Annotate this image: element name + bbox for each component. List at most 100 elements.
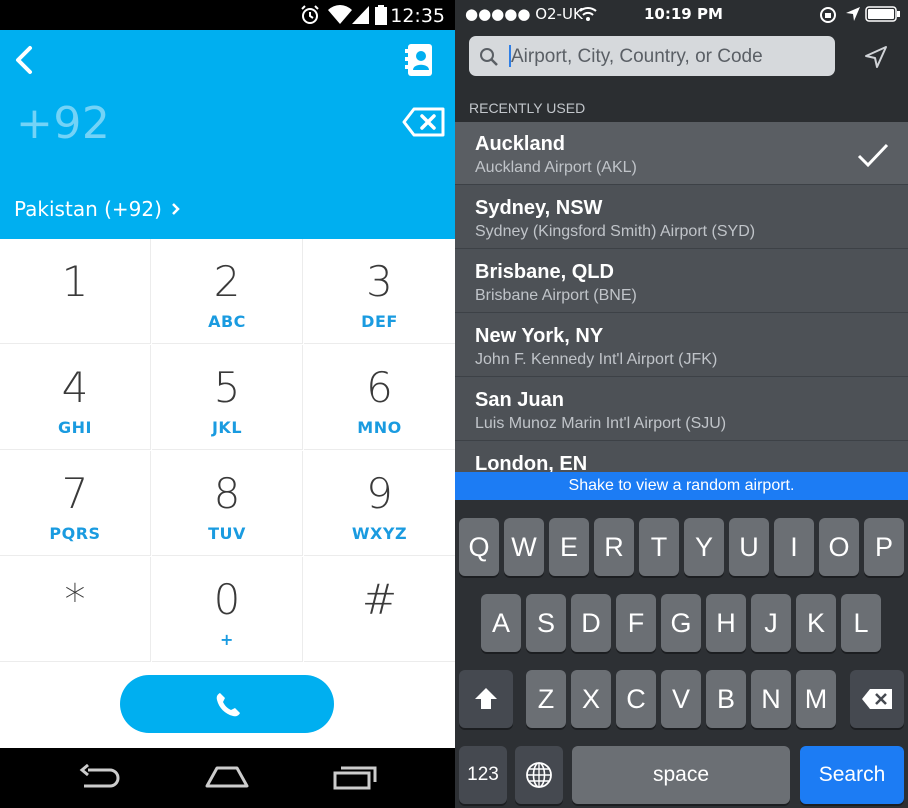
android-dialer-screen: 12:35 +92 Pakistan (+92) 1 2 ABC 3 DEF 4 GH… xyxy=(0,0,455,808)
key-i[interactable]: I xyxy=(774,518,814,576)
battery-icon xyxy=(865,6,900,22)
dial-key-4[interactable]: 4 GHI xyxy=(0,345,151,450)
key-letters: DEF xyxy=(361,312,398,331)
airport-row[interactable]: Brisbane, QLD Brisbane Airport (BNE) xyxy=(455,250,908,313)
globe-key[interactable] xyxy=(515,746,563,804)
dial-key-5[interactable]: 5 JKL xyxy=(152,345,303,450)
dial-key-2[interactable]: 2 ABC xyxy=(152,239,303,344)
key-digit: 7 xyxy=(61,469,89,518)
delete-key[interactable] xyxy=(850,670,904,728)
key-e[interactable]: E xyxy=(549,518,589,576)
key-f[interactable]: F xyxy=(616,594,656,652)
airport-row[interactable]: New York, NY John F. Kennedy Int'l Airpo… xyxy=(455,314,908,377)
dial-pad: 1 2 ABC 3 DEF 4 GHI 5 JKL 6 MNO 7 PQRS 8 TUV 9 W… xyxy=(0,239,455,662)
wifi-icon xyxy=(328,5,352,25)
airport-city: Sydney, NSW xyxy=(475,197,603,219)
dial-key-3[interactable]: 3 DEF xyxy=(304,239,455,344)
shift-key[interactable] xyxy=(459,670,513,728)
dialed-number[interactable]: +92 xyxy=(16,98,110,149)
ios-status-bar: ●●●●● O2-UK 10:19 PM xyxy=(455,0,908,30)
airport-row[interactable]: Sydney, NSW Sydney (Kingsford Smith) Air… xyxy=(455,186,908,249)
key-g[interactable]: G xyxy=(661,594,701,652)
contacts-icon[interactable] xyxy=(404,43,434,77)
backspace-icon[interactable] xyxy=(402,106,446,138)
key-digit: 4 xyxy=(61,363,89,412)
key-j[interactable]: J xyxy=(751,594,791,652)
dial-key-8[interactable]: 8 TUV xyxy=(152,451,303,556)
numbers-key[interactable]: 123 xyxy=(459,746,507,804)
key-letters: MNO xyxy=(357,418,402,437)
phone-icon xyxy=(216,693,240,717)
key-u[interactable]: U xyxy=(729,518,769,576)
nav-recents-icon[interactable] xyxy=(332,764,378,790)
key-digit: 8 xyxy=(213,469,241,518)
key-s[interactable]: S xyxy=(526,594,566,652)
key-x[interactable]: X xyxy=(571,670,611,728)
space-key[interactable]: space xyxy=(572,746,790,804)
key-letters: PQRS xyxy=(49,524,101,543)
back-arrow-icon[interactable] xyxy=(10,44,36,76)
key-w[interactable]: W xyxy=(504,518,544,576)
airport-row-selected[interactable]: Auckland Auckland Airport (AKL) xyxy=(455,122,908,185)
dial-key-9[interactable]: 9 WXYZ xyxy=(304,451,455,556)
key-z[interactable]: Z xyxy=(526,670,566,728)
nav-back-icon[interactable] xyxy=(78,764,124,790)
airport-row[interactable]: San Juan Luis Munoz Marin Int'l Airport … xyxy=(455,378,908,441)
search-icon xyxy=(480,48,498,66)
key-digit: 0 xyxy=(213,575,241,624)
key-d[interactable]: D xyxy=(571,594,611,652)
airport-name: Luis Munoz Marin Int'l Airport (SJU) xyxy=(475,415,727,432)
key-letters: WXYZ xyxy=(351,524,408,543)
key-digit: 3 xyxy=(366,257,393,306)
dial-key-star[interactable]: * xyxy=(0,557,151,662)
key-n[interactable]: N xyxy=(751,670,791,728)
battery-icon xyxy=(375,5,387,25)
chevron-right-icon[interactable] xyxy=(170,201,182,217)
section-header: RECENTLY USED xyxy=(455,96,908,122)
airport-name: Brisbane Airport (BNE) xyxy=(475,287,637,304)
dial-key-0[interactable]: 0 + xyxy=(152,557,303,662)
search-key[interactable]: Search xyxy=(800,746,904,804)
alarm-icon xyxy=(301,5,319,24)
dial-key-1[interactable]: 1 xyxy=(0,239,151,344)
airport-search-input[interactable]: Airport, City, Country, or Code xyxy=(469,36,835,76)
key-letters: TUV xyxy=(208,524,246,543)
ios-airport-search-screen: ●●●●● O2-UK 10:19 PM Airport, City, Coun… xyxy=(455,0,908,808)
status-time: 12:35 xyxy=(390,5,445,27)
airport-name: Auckland Airport (AKL) xyxy=(475,159,637,176)
key-a[interactable]: A xyxy=(481,594,521,652)
dial-key-hash[interactable]: # xyxy=(304,557,455,662)
key-c[interactable]: C xyxy=(616,670,656,728)
rotation-lock-icon xyxy=(820,7,836,23)
airport-city: New York, NY xyxy=(475,325,604,347)
key-digit: 2 xyxy=(213,257,241,306)
key-letters: ABC xyxy=(208,312,246,331)
dial-key-7[interactable]: 7 PQRS xyxy=(0,451,151,556)
location-arrow-icon[interactable] xyxy=(863,44,889,70)
airport-name: Sydney (Kingsford Smith) Airport (SYD) xyxy=(475,223,756,240)
key-k[interactable]: K xyxy=(796,594,836,652)
location-services-icon xyxy=(846,7,860,21)
key-q[interactable]: Q xyxy=(459,518,499,576)
key-v[interactable]: V xyxy=(661,670,701,728)
key-t[interactable]: T xyxy=(639,518,679,576)
key-r[interactable]: R xyxy=(594,518,634,576)
dial-key-6[interactable]: 6 MNO xyxy=(304,345,455,450)
key-digit: 9 xyxy=(366,469,393,518)
key-o[interactable]: O xyxy=(819,518,859,576)
nav-home-icon[interactable] xyxy=(203,764,251,790)
call-button[interactable] xyxy=(120,675,334,733)
key-m[interactable]: M xyxy=(796,670,836,728)
key-b[interactable]: B xyxy=(706,670,746,728)
shake-banner: Shake to view a random airport. xyxy=(455,472,908,500)
key-l[interactable]: L xyxy=(841,594,881,652)
key-p[interactable]: P xyxy=(864,518,904,576)
key-h[interactable]: H xyxy=(706,594,746,652)
airport-city: Brisbane, QLD xyxy=(475,261,614,283)
signal-icon xyxy=(352,6,369,24)
status-time: 10:19 PM xyxy=(644,5,723,23)
globe-icon xyxy=(526,762,552,788)
key-y[interactable]: Y xyxy=(684,518,724,576)
country-selector[interactable]: Pakistan (+92) xyxy=(14,197,162,221)
airport-name: John F. Kennedy Int'l Airport (JFK) xyxy=(475,351,718,368)
